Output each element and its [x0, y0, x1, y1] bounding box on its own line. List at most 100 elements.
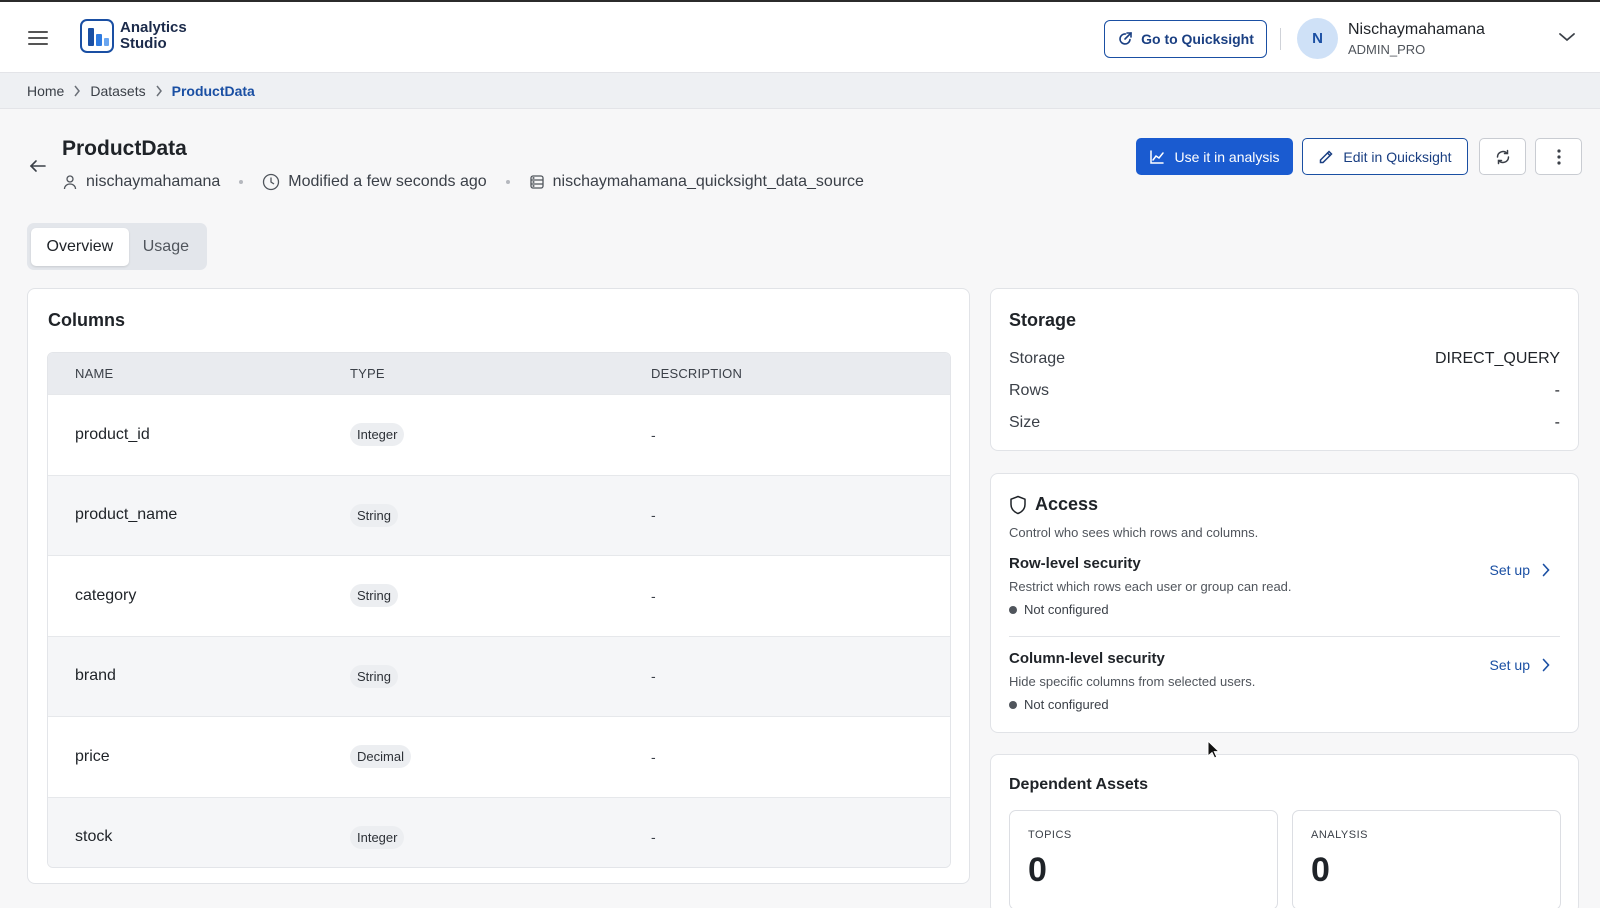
table-row: product_id Integer - [48, 394, 950, 475]
access-card: Access Control who sees which rows and c… [990, 473, 1579, 733]
storage-row-size: Size - [1009, 414, 1560, 432]
row-level-setup-link[interactable]: Set up [1490, 562, 1550, 578]
chevron-right-icon [64, 85, 90, 97]
chevron-right-icon [1542, 658, 1550, 672]
tab-usage[interactable]: Usage [129, 228, 203, 266]
table-row: price Decimal - [48, 716, 950, 797]
row-level-security-title: Row-level security [1009, 555, 1141, 572]
go-to-quicksight-label: Go to Quicksight [1141, 31, 1254, 47]
column-level-status-text: Not configured [1024, 697, 1109, 712]
column-name: stock [75, 828, 113, 846]
data-source-meta: nischaymahamana_quicksight_data_source [529, 173, 864, 191]
column-description: - [651, 587, 656, 604]
user-icon [63, 175, 77, 190]
topics-count: 0 [1028, 851, 1047, 889]
header-name: NAME [75, 366, 114, 381]
refresh-icon [1496, 149, 1509, 164]
logo-icon [80, 19, 114, 53]
row-level-status: Not configured [1009, 602, 1109, 617]
data-source-name: nischaymahamana_quicksight_data_source [552, 173, 864, 190]
columns-title: Columns [48, 310, 126, 330]
owner-name: nischaymahamana [86, 173, 221, 190]
app-logo[interactable]: Analytics Studio [80, 19, 187, 53]
hamburger-icon[interactable] [28, 28, 52, 48]
clock-icon [263, 173, 280, 191]
storage-row-storage: Storage DIRECT_QUERY [1009, 350, 1560, 368]
mouse-cursor-icon [1207, 740, 1221, 759]
edit-in-quicksight-label: Edit in Quicksight [1343, 148, 1452, 165]
table-row: category String - [48, 555, 950, 636]
breadcrumb-datasets[interactable]: Datasets [90, 83, 145, 99]
table-row: product_name String - [48, 474, 950, 555]
breadcrumb-home[interactable]: Home [27, 83, 64, 99]
go-to-quicksight-button[interactable]: Go to Quicksight [1104, 20, 1267, 58]
table-header: NAME TYPE DESCRIPTION [48, 353, 950, 394]
modified-meta: Modified a few seconds ago [262, 173, 487, 191]
column-level-setup-link[interactable]: Set up [1490, 657, 1550, 673]
header-type: TYPE [350, 366, 385, 381]
type-badge: Decimal [350, 745, 411, 769]
topics-tile[interactable]: TOPICS 0 [1009, 810, 1278, 908]
analysis-tile[interactable]: ANALYSIS 0 [1292, 810, 1561, 908]
row-level-security-desc: Restrict which rows each user or group c… [1009, 579, 1292, 594]
analysis-count: 0 [1311, 851, 1330, 889]
access-header: Access [1009, 494, 1098, 515]
type-badge: String [350, 664, 398, 688]
column-level-security-desc: Hide specific columns from selected user… [1009, 674, 1256, 689]
page-title: ProductData [62, 137, 187, 160]
dataset-meta: nischaymahamana Modified a few seconds a… [62, 173, 864, 191]
use-in-analysis-label: Use it in analysis [1174, 148, 1280, 165]
edit-in-quicksight-button[interactable]: Edit in Quicksight [1302, 138, 1468, 175]
refresh-button[interactable] [1479, 138, 1526, 175]
columns-card: Columns NAME TYPE DESCRIPTION product_id… [27, 288, 970, 884]
topics-label: TOPICS [1028, 829, 1072, 841]
chevron-down-icon[interactable] [1558, 30, 1576, 44]
table-row: stock Integer - [48, 796, 950, 867]
chevron-right-icon [1542, 563, 1550, 577]
owner-meta: nischaymahamana [62, 173, 220, 191]
storage-title: Storage [1009, 310, 1077, 330]
header-description: DESCRIPTION [651, 366, 743, 381]
access-divider [1009, 636, 1560, 637]
column-name: brand [75, 667, 116, 685]
storage-value: DIRECT_QUERY [1434, 350, 1560, 367]
type-badge: Integer [350, 423, 405, 447]
access-title: Access [1035, 494, 1099, 514]
table-row: brand String - [48, 635, 950, 716]
meta-separator [239, 180, 244, 184]
breadcrumb-current: ProductData [171, 82, 255, 99]
storage-label: Storage [1009, 350, 1066, 367]
size-label: Size [1009, 414, 1041, 431]
user-name: Nischaymahamana [1348, 21, 1485, 38]
rows-label: Rows [1009, 382, 1050, 399]
type-badge: String [350, 503, 398, 527]
tab-overview[interactable]: Overview [31, 227, 129, 266]
columns-table: NAME TYPE DESCRIPTION product_id Integer… [47, 352, 951, 868]
column-name: price [75, 747, 110, 765]
avatar[interactable]: N [1297, 18, 1338, 59]
shield-icon [1010, 495, 1026, 514]
logo-line-2: Studio [120, 35, 167, 52]
modified-time: Modified a few seconds ago [288, 173, 487, 190]
more-options-button[interactable] [1535, 138, 1582, 175]
app-header: Analytics Studio Go to Quicksight N Nisc… [0, 2, 1600, 73]
column-level-security-title: Column-level security [1009, 650, 1165, 667]
dependent-assets-card: Dependent Assets TOPICS 0 ANALYSIS 0 [990, 754, 1579, 908]
chevron-right-icon [146, 85, 172, 97]
column-description: - [651, 668, 656, 685]
user-role: ADMIN_PRO [1348, 42, 1426, 57]
rows-value: - [1554, 382, 1560, 399]
pencil-icon [1320, 149, 1333, 163]
status-dot [1009, 700, 1017, 709]
header-divider [1280, 28, 1281, 50]
column-description: - [651, 829, 656, 846]
meta-separator [505, 180, 510, 184]
column-level-status: Not configured [1009, 697, 1109, 712]
external-link-icon [1119, 32, 1132, 45]
back-arrow-icon[interactable] [27, 155, 49, 177]
storage-card: Storage Storage DIRECT_QUERY Rows - Size… [990, 288, 1579, 451]
analysis-label: ANALYSIS [1311, 829, 1368, 841]
column-name: product_id [75, 425, 150, 443]
use-in-analysis-button[interactable]: Use it in analysis [1136, 138, 1293, 175]
logo-line-1: Analytics [120, 19, 187, 36]
